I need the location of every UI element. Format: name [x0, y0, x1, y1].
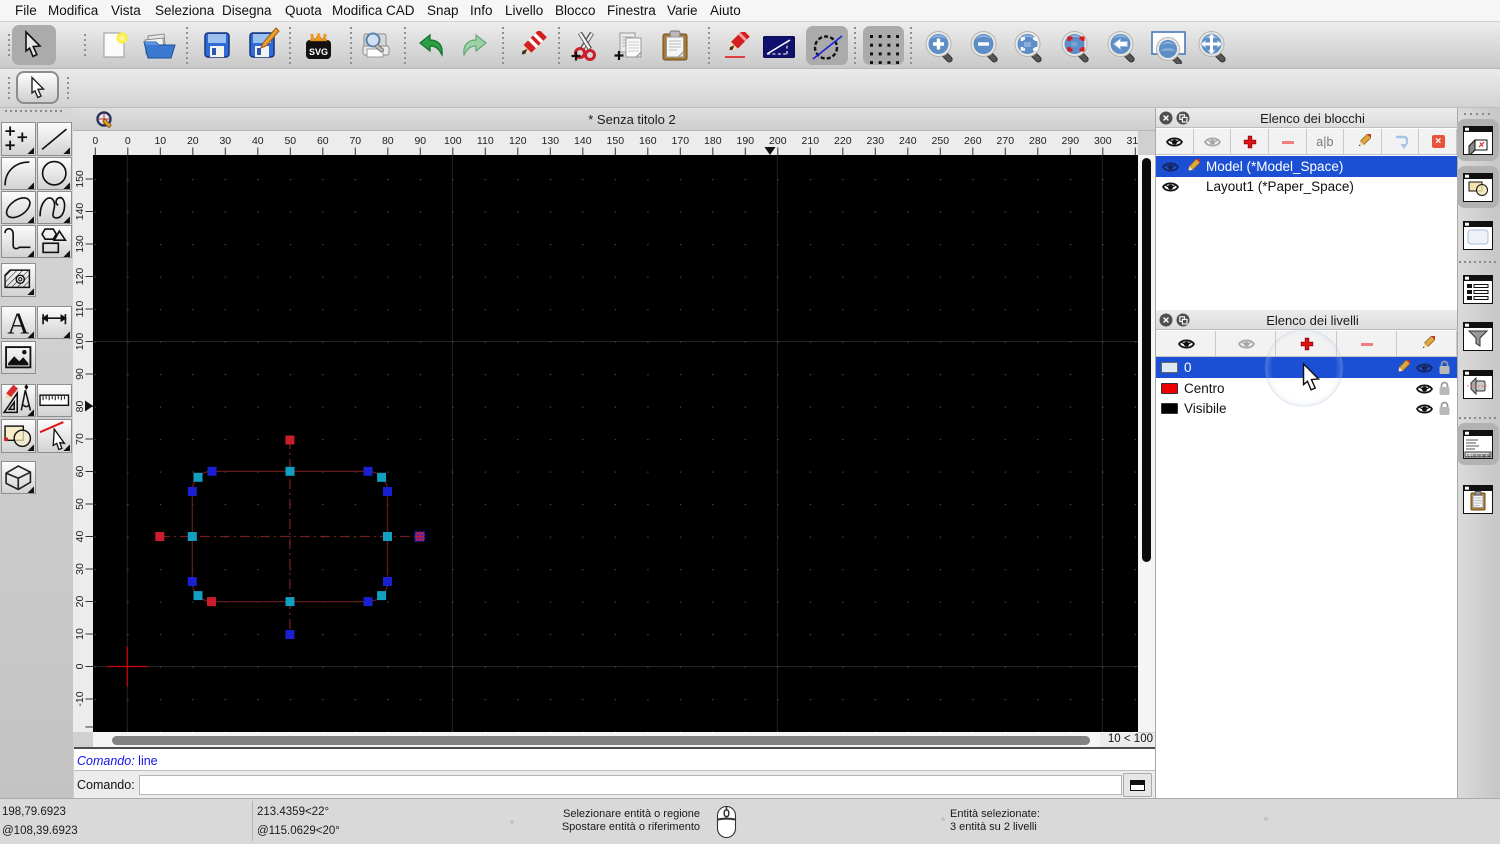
svg-text:50: 50	[284, 135, 296, 147]
svg-text:10: 10	[74, 628, 86, 640]
svg-text:190: 190	[737, 135, 755, 147]
svg-text:80: 80	[382, 135, 394, 147]
svg-text:90: 90	[414, 135, 426, 147]
svg-text:40: 40	[252, 135, 264, 147]
svg-text:130: 130	[74, 235, 86, 253]
svg-text:280: 280	[1029, 135, 1047, 147]
svg-text:0: 0	[93, 135, 98, 147]
svg-text:80: 80	[74, 401, 86, 413]
svg-text:140: 140	[574, 135, 592, 147]
svg-text:200: 200	[769, 135, 787, 147]
svg-text:300: 300	[1094, 135, 1112, 147]
svg-text:130: 130	[542, 135, 560, 147]
svg-text:220: 220	[834, 135, 852, 147]
svg-text:120: 120	[74, 268, 86, 286]
svg-text:170: 170	[672, 135, 690, 147]
svg-text:150: 150	[74, 170, 86, 188]
svg-text:100: 100	[444, 135, 462, 147]
svg-text:140: 140	[74, 203, 86, 221]
svg-text:10: 10	[154, 135, 166, 147]
svg-text:260: 260	[964, 135, 982, 147]
svg-text:90: 90	[74, 368, 86, 380]
svg-text:250: 250	[932, 135, 950, 147]
svg-text:290: 290	[1062, 135, 1080, 147]
svg-text:50: 50	[74, 498, 86, 510]
svg-text:A: A	[7, 306, 29, 339]
svg-text:40: 40	[74, 531, 86, 543]
svg-text:70: 70	[349, 135, 361, 147]
svg-text:100: 100	[74, 333, 86, 351]
svg-text:110: 110	[74, 300, 86, 317]
svg-text:30: 30	[74, 563, 86, 575]
svg-text:70: 70	[74, 433, 86, 445]
svg-text:160: 160	[639, 135, 657, 147]
svg-text:150: 150	[607, 135, 625, 147]
svg-text:270: 270	[997, 135, 1015, 147]
svg-text:60: 60	[317, 135, 329, 147]
svg-text:c command: c command	[1467, 452, 1491, 457]
svg-text:120: 120	[509, 135, 527, 147]
svg-text:230: 230	[867, 135, 885, 147]
svg-text:0: 0	[74, 663, 86, 669]
svg-text:180: 180	[704, 135, 722, 147]
svg-text:-10: -10	[74, 691, 86, 706]
svg-text:0: 0	[125, 135, 131, 147]
svg-text:110: 110	[477, 135, 494, 147]
svg-text:210: 210	[802, 135, 820, 147]
svg-text:240: 240	[899, 135, 917, 147]
svg-text:20: 20	[74, 596, 86, 608]
svg-text:310: 310	[1127, 135, 1138, 147]
svg-text:SVG: SVG	[309, 47, 328, 57]
svg-text:30: 30	[219, 135, 231, 147]
svg-text:20: 20	[187, 135, 199, 147]
svg-text:60: 60	[74, 466, 86, 478]
